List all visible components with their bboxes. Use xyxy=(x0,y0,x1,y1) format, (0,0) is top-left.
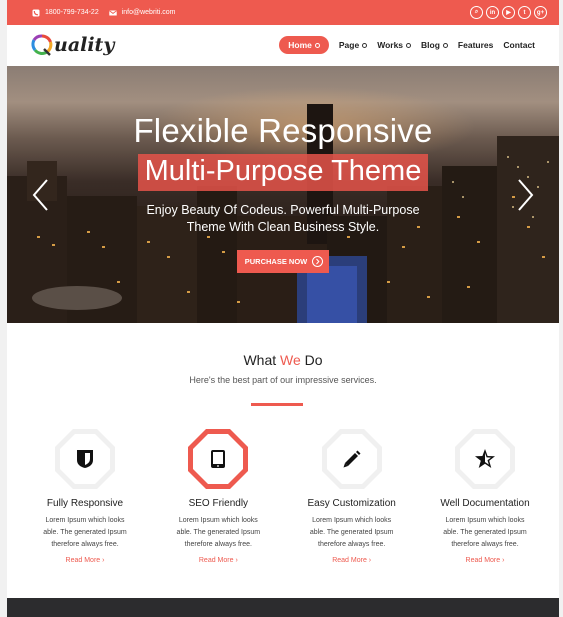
purchase-now-label: PURCHASE NOW xyxy=(244,257,308,266)
nav-home-label: Home xyxy=(288,40,312,50)
section-title: What We Do xyxy=(7,352,559,368)
email-contact[interactable]: info@webriti.com xyxy=(108,9,176,17)
service-description: Lorem Ipsum which looks able. The genera… xyxy=(292,515,412,551)
hero-title: Flexible Responsive xyxy=(133,112,433,149)
read-more-link[interactable]: Read More › xyxy=(292,557,412,564)
twitter-icon[interactable]: t xyxy=(518,6,531,19)
shield-icon xyxy=(77,450,93,468)
city-skyline-image xyxy=(7,104,559,323)
nav-menu: Home Page Works Blog Features Contact xyxy=(279,36,535,54)
chevron-down-icon xyxy=(314,42,320,48)
service-desc-line: able. The generated Ipsum xyxy=(443,529,527,536)
logo-q-icon xyxy=(31,34,53,56)
nav-works-label: Works xyxy=(377,40,404,50)
service-title: Well Documentation xyxy=(440,498,530,509)
slider-prev-arrow-icon[interactable] xyxy=(31,178,51,212)
google-plus-icon[interactable]: g+ xyxy=(534,6,547,19)
nav-blog-label: Blog xyxy=(421,40,440,50)
chevron-down-icon xyxy=(442,42,448,48)
nav-features-label: Features xyxy=(457,40,494,50)
section-divider xyxy=(251,403,303,406)
service-desc-line: Lorem Ipsum which looks xyxy=(45,517,125,524)
top-bar: 1800-799-734-22 info@webriti.com ⌕ in ▶ … xyxy=(7,0,559,25)
purchase-now-button[interactable]: PURCHASE NOW xyxy=(236,250,330,273)
service-title: Easy Customization xyxy=(307,498,396,509)
service-title: SEO Friendly xyxy=(188,498,249,509)
nav-item-contact[interactable]: Contact xyxy=(503,40,535,50)
youtube-icon[interactable]: ▶ xyxy=(502,6,515,19)
service-title: Fully Responsive xyxy=(46,498,124,509)
social-links: ⌕ in ▶ t g+ xyxy=(470,6,547,19)
read-more-link[interactable]: Read More › xyxy=(158,557,278,564)
service-icon-badge xyxy=(54,428,116,490)
read-more-link[interactable]: Read More › xyxy=(425,557,545,564)
hero-slider: Flexible Responsive Multi-Purpose Theme … xyxy=(7,66,559,323)
slider-next-arrow-icon[interactable] xyxy=(515,178,535,212)
hero-highlight: Multi-Purpose Theme xyxy=(137,154,429,191)
service-item: SEO Friendly Lorem Ipsum which looks abl… xyxy=(158,428,278,564)
page: 1800-799-734-22 info@webriti.com ⌕ in ▶ … xyxy=(7,0,559,617)
service-desc-line: able. The generated Ipsum xyxy=(309,529,394,536)
section-title-pre: What xyxy=(243,352,281,368)
nav-item-blog[interactable]: Blog xyxy=(421,40,448,50)
phone-number: 1800-799-734-22 xyxy=(45,9,99,16)
section-subtitle: Here's the best part of our impressive s… xyxy=(189,375,377,385)
service-desc-line: Lorem Ipsum which looks xyxy=(312,517,392,524)
service-desc-line: Lorem Ipsum which looks xyxy=(178,517,258,524)
nav-contact-label: Contact xyxy=(503,40,535,50)
nav-item-features[interactable]: Features xyxy=(458,40,493,50)
service-desc-line: therefore always free. xyxy=(318,541,386,548)
nav-item-works[interactable]: Works xyxy=(377,40,412,50)
chevron-down-icon xyxy=(406,42,412,48)
section-title-post: Do xyxy=(300,352,323,368)
phone-icon xyxy=(32,9,40,17)
service-item: Well Documentation Lorem Ipsum which loo… xyxy=(425,428,545,564)
service-desc-line: able. The generated Ipsum xyxy=(176,529,261,536)
service-icon-badge xyxy=(187,428,249,490)
services-list: Fully Responsive Lorem Ipsum which looks… xyxy=(25,428,545,564)
service-desc-line: able. The generated Ipsum xyxy=(43,529,127,536)
service-icon-badge xyxy=(321,428,383,490)
envelope-icon xyxy=(108,9,117,17)
hero-subtitle-line-2: Theme With Clean Business Style. xyxy=(186,220,380,234)
linkedin-icon[interactable]: in xyxy=(486,6,499,19)
star-icon xyxy=(474,449,495,468)
service-item: Fully Responsive Lorem Ipsum which looks… xyxy=(25,428,145,564)
nav-item-home[interactable]: Home xyxy=(279,36,329,54)
service-item: Easy Customization Lorem Ipsum which loo… xyxy=(292,428,412,564)
service-desc-line: Lorem Ipsum which looks xyxy=(445,517,525,524)
pencil-icon xyxy=(343,450,361,468)
phone-contact: 1800-799-734-22 xyxy=(32,9,99,17)
email-address[interactable]: info@webriti.com xyxy=(122,9,176,16)
search-icon[interactable]: ⌕ xyxy=(470,6,483,19)
hero-subtitle-line-1: Enjoy Beauty Of Codeus. Powerful Multi-P… xyxy=(146,203,420,217)
nav-item-page[interactable]: Page xyxy=(338,40,368,50)
chevron-down-icon xyxy=(362,42,368,48)
section-title-accent: We xyxy=(280,352,301,368)
hero-highlight-wrap: Multi-Purpose Theme xyxy=(7,154,559,191)
chevron-right-circle-icon xyxy=(312,256,324,267)
service-desc-line: therefore always free. xyxy=(51,541,119,548)
hero-button-wrap: PURCHASE NOW xyxy=(7,250,559,273)
service-description: Lorem Ipsum which looks able. The genera… xyxy=(425,515,545,551)
footer-strip xyxy=(7,598,559,617)
service-desc-line: therefore always free. xyxy=(184,541,252,548)
service-description: Lorem Ipsum which looks able. The genera… xyxy=(25,515,145,551)
site-logo[interactable]: uality xyxy=(31,34,114,56)
service-desc-line: therefore always free. xyxy=(451,541,519,548)
service-icon-badge xyxy=(454,428,516,490)
logo-text: uality xyxy=(54,34,115,56)
main-nav: uality Home Page Works Blog Features Con… xyxy=(7,25,559,65)
hero-subtitle: Enjoy Beauty Of Codeus. Powerful Multi-P… xyxy=(7,202,559,236)
nav-page-label: Page xyxy=(338,40,360,50)
service-description: Lorem Ipsum which looks able. The genera… xyxy=(158,515,278,551)
read-more-link[interactable]: Read More › xyxy=(25,557,145,564)
tablet-icon xyxy=(211,450,226,468)
